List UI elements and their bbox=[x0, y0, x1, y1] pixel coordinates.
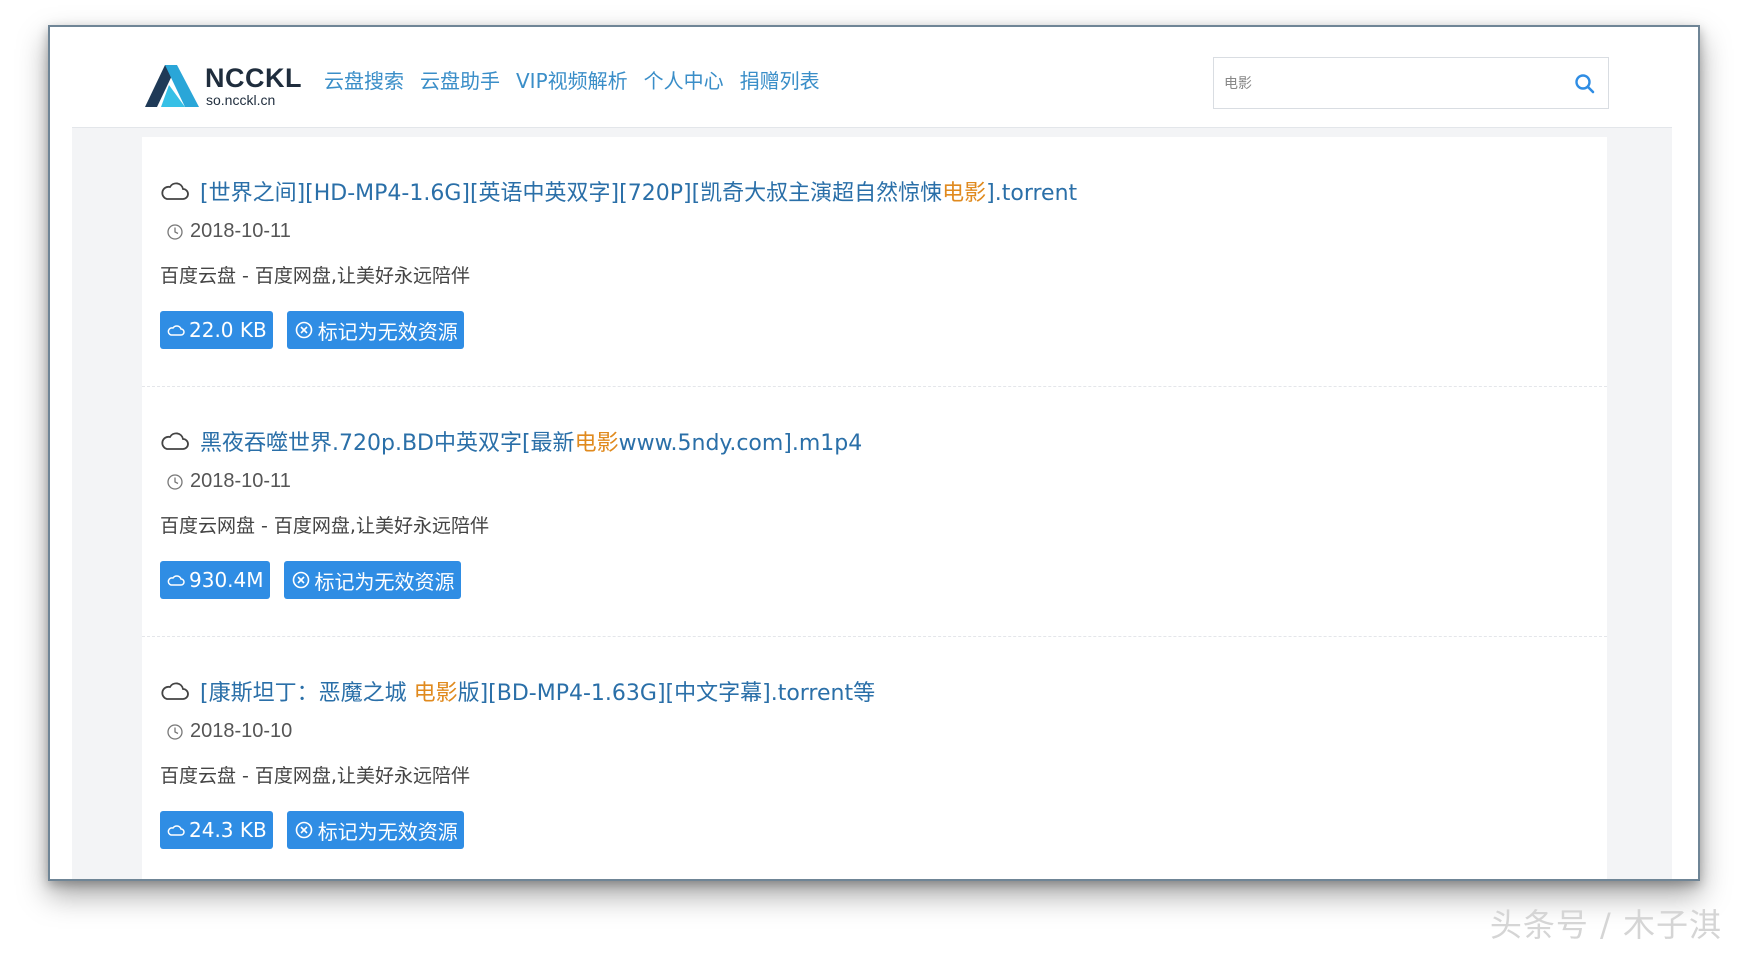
nav-personal-center[interactable]: 个人中心 bbox=[644, 65, 724, 94]
close-circle-icon bbox=[292, 571, 309, 589]
cloud-icon bbox=[161, 432, 189, 450]
site-logo[interactable]: NCCKL so.ncckl.cn bbox=[145, 61, 302, 108]
nav-cloud-search[interactable]: 云盘搜索 bbox=[324, 65, 404, 94]
result-title[interactable]: [康斯坦丁：恶魔之城 电影版][BD-MP4-1.63G][中文字幕].torr… bbox=[200, 675, 875, 707]
cloud-small-icon bbox=[167, 325, 185, 336]
result-description: 百度云盘 - 百度网盘,让美好永远陪伴 bbox=[160, 765, 470, 787]
keyword-highlight: 电影 bbox=[942, 181, 987, 206]
clock-icon bbox=[167, 223, 183, 240]
browser-frame: NCCKL so.ncckl.cn 云盘搜索 云盘助手 VIP视频解析 个人中心… bbox=[48, 25, 1700, 881]
close-circle-icon bbox=[295, 821, 313, 839]
mark-invalid-label: 标记为无效资源 bbox=[317, 319, 458, 344]
date-text: 2018-10-11 bbox=[190, 470, 291, 492]
result-title-row[interactable]: [康斯坦丁：恶魔之城 电影版][BD-MP4-1.63G][中文字幕].torr… bbox=[160, 675, 875, 707]
site-header: NCCKL so.ncckl.cn 云盘搜索 云盘助手 VIP视频解析 个人中心… bbox=[50, 27, 1698, 127]
file-size-button[interactable]: 930.4M bbox=[160, 561, 270, 599]
keyword-highlight: 电影 bbox=[413, 681, 458, 706]
logo-name: NCCKL bbox=[205, 63, 302, 93]
results-list: [世界之间][HD-MP4-1.6G][英语中英双字][720P][凯奇大叔主演… bbox=[142, 137, 1607, 879]
result-title[interactable]: [世界之间][HD-MP4-1.6G][英语中英双字][720P][凯奇大叔主演… bbox=[200, 175, 1077, 207]
search-button[interactable] bbox=[1574, 73, 1596, 95]
file-size-label: 24.3 KB bbox=[189, 818, 267, 842]
mark-invalid-button[interactable]: 标记为无效资源 bbox=[283, 561, 461, 599]
result-description: 百度云盘 - 百度网盘,让美好永远陪伴 bbox=[160, 265, 470, 287]
cloud-small-icon bbox=[167, 575, 185, 586]
result-actions: 930.4M 标记为无效资源 bbox=[160, 561, 461, 599]
nav-cloud-assistant[interactable]: 云盘助手 bbox=[420, 65, 500, 94]
close-circle-icon bbox=[295, 321, 313, 339]
file-size-label: 22.0 KB bbox=[189, 318, 267, 342]
search-icon bbox=[1575, 74, 1595, 94]
result-actions: 22.0 KB 标记为无效资源 bbox=[160, 311, 464, 349]
nav-vip-video-parse[interactable]: VIP视频解析 bbox=[516, 65, 628, 94]
result-date: 2018-10-10 bbox=[166, 720, 292, 743]
clock-icon bbox=[167, 473, 183, 490]
result-date: 2018-10-11 bbox=[166, 470, 291, 493]
result-description: 百度云网盘 - 百度网盘,让美好永远陪伴 bbox=[160, 515, 489, 537]
search-input[interactable] bbox=[1214, 58, 1554, 108]
date-text: 2018-10-11 bbox=[190, 220, 291, 242]
mark-invalid-label: 标记为无效资源 bbox=[314, 569, 455, 594]
watermark-text: 头条号 / 木子淇 bbox=[1489, 906, 1722, 944]
result-title[interactable]: 黑夜吞噬世界.720p.BD中英双字[最新电影www.5ndy.com].m1p… bbox=[200, 425, 862, 457]
cloud-icon bbox=[161, 682, 189, 700]
mark-invalid-button[interactable]: 标记为无效资源 bbox=[286, 311, 464, 349]
clock-icon bbox=[167, 723, 183, 740]
mark-invalid-label: 标记为无效资源 bbox=[317, 819, 458, 844]
logo-mark-icon bbox=[145, 65, 199, 107]
cloud-icon bbox=[161, 182, 189, 200]
result-date: 2018-10-11 bbox=[166, 220, 291, 243]
nav-donation-list[interactable]: 捐赠列表 bbox=[740, 65, 820, 94]
result-title-row[interactable]: 黑夜吞噬世界.720p.BD中英双字[最新电影www.5ndy.com].m1p… bbox=[160, 425, 862, 457]
result-item: [世界之间][HD-MP4-1.6G][英语中英双字][720P][凯奇大叔主演… bbox=[142, 137, 1607, 387]
file-size-label: 930.4M bbox=[189, 568, 264, 592]
result-item: 黑夜吞噬世界.720p.BD中英双字[最新电影www.5ndy.com].m1p… bbox=[142, 387, 1607, 637]
cloud-small-icon bbox=[167, 825, 185, 836]
date-text: 2018-10-10 bbox=[190, 720, 293, 742]
main-nav: 云盘搜索 云盘助手 VIP视频解析 个人中心 捐赠列表 bbox=[324, 65, 820, 94]
keyword-highlight: 电影 bbox=[574, 431, 619, 456]
result-item: [康斯坦丁：恶魔之城 电影版][BD-MP4-1.63G][中文字幕].torr… bbox=[142, 637, 1607, 879]
mark-invalid-button[interactable]: 标记为无效资源 bbox=[286, 811, 464, 849]
search-box bbox=[1213, 57, 1609, 109]
result-title-row[interactable]: [世界之间][HD-MP4-1.6G][英语中英双字][720P][凯奇大叔主演… bbox=[160, 175, 1077, 207]
file-size-button[interactable]: 24.3 KB bbox=[160, 811, 273, 849]
file-size-button[interactable]: 22.0 KB bbox=[160, 311, 273, 349]
logo-domain: so.ncckl.cn bbox=[206, 92, 276, 108]
result-actions: 24.3 KB 标记为无效资源 bbox=[160, 811, 464, 849]
